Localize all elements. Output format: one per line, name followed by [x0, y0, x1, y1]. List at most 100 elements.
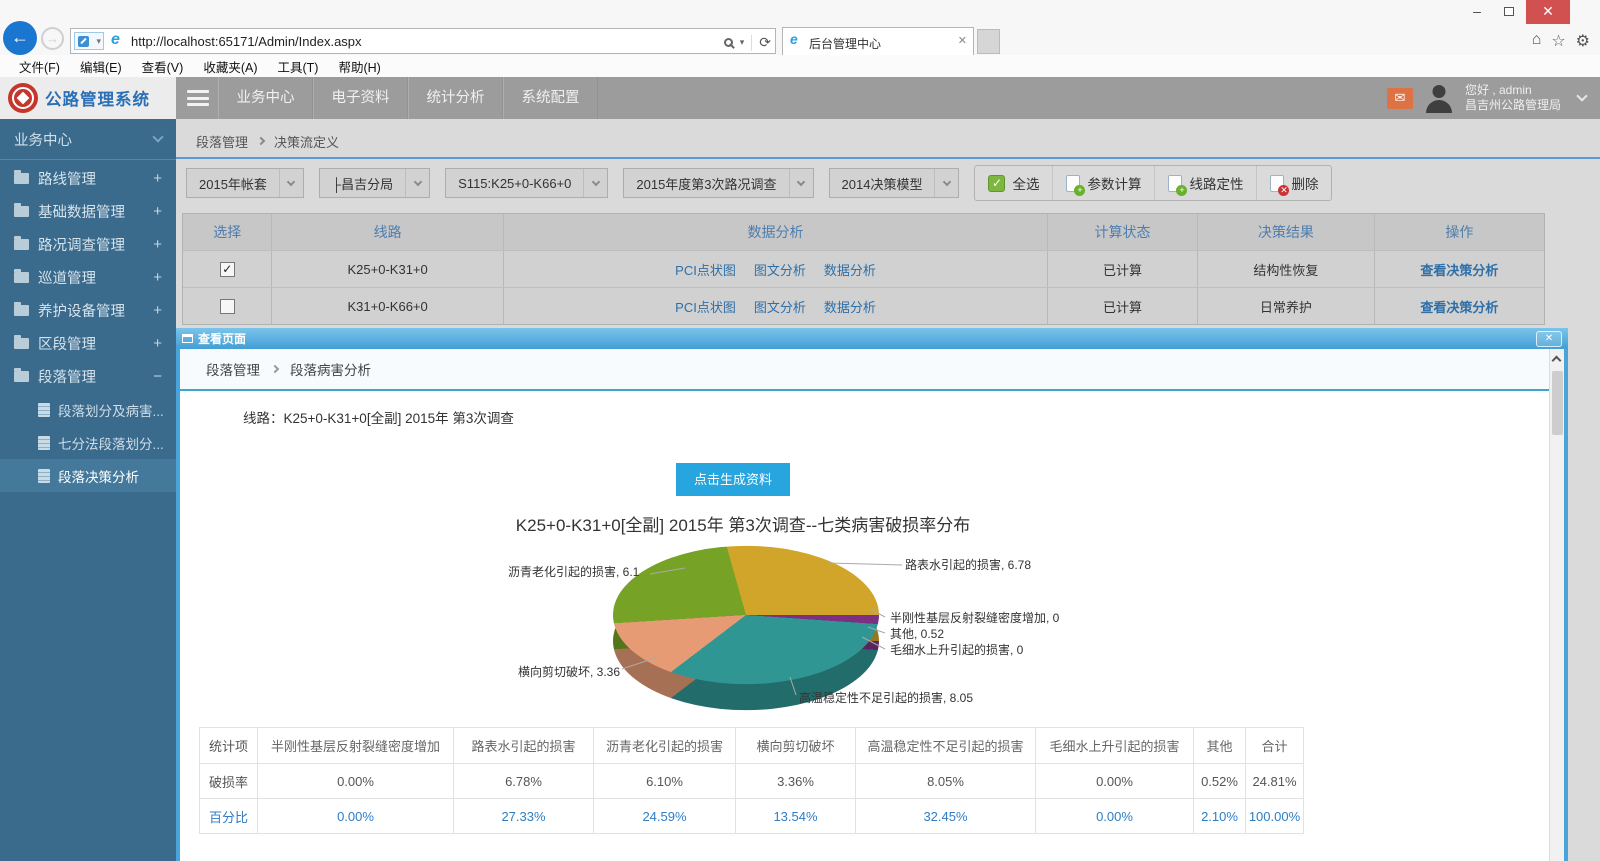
- line-cell: K25+0-K31+0: [271, 251, 502, 287]
- scrollbar-thumb[interactable]: [1552, 371, 1563, 435]
- param-calc-button[interactable]: + 参数计算: [1052, 166, 1154, 200]
- sidebar-section-header[interactable]: 业务中心: [0, 119, 176, 159]
- expand-icon[interactable]: +: [153, 236, 162, 253]
- model-select[interactable]: 2014决策模型: [829, 168, 960, 198]
- sidebar-subitem-seven-method[interactable]: 七分法段落划分...: [0, 426, 176, 459]
- sidebar-item-patrol[interactable]: 巡道管理 +: [0, 261, 176, 294]
- view-page-modal: 查看页面 ✕ 段落管理 段落病害分析 线路：K25+0-K31+0[全副] 20…: [176, 328, 1568, 861]
- collapse-icon[interactable]: −: [153, 368, 162, 385]
- window-minimize-button[interactable]: –: [1462, 0, 1492, 24]
- select-all-button[interactable]: ✓ 全选: [975, 166, 1052, 200]
- sidebar-item-paragraph-mgmt[interactable]: 段落管理 −: [0, 360, 176, 393]
- stat-col-heat-stability: 高温稳定性不足引起的损害: [856, 728, 1036, 764]
- data-analysis-link[interactable]: 数据分析: [824, 260, 876, 279]
- modal-scrollbar[interactable]: [1549, 349, 1564, 861]
- scroll-up-icon[interactable]: [1552, 356, 1562, 366]
- window-close-button[interactable]: ✕: [1526, 0, 1570, 24]
- chevron-down-icon: [287, 177, 295, 185]
- line-qualify-button[interactable]: + 线路定性: [1154, 166, 1256, 200]
- sidebar-item-section-mgmt[interactable]: 区段管理 +: [0, 327, 176, 360]
- menu-help[interactable]: 帮助(H): [329, 57, 389, 76]
- view-decision-link[interactable]: 查看决策分析: [1420, 260, 1498, 279]
- view-decision-link[interactable]: 查看决策分析: [1420, 297, 1498, 316]
- branch-select[interactable]: ├昌吉分局: [319, 168, 430, 198]
- settings-gear-icon[interactable]: ⚙: [1576, 31, 1590, 51]
- pci-map-link[interactable]: PCI点状图: [675, 260, 736, 279]
- route-select[interactable]: S115:K25+0-K66+0: [445, 168, 608, 198]
- user-org: 昌吉州公路管理局: [1465, 98, 1561, 113]
- window-restore-button[interactable]: [1494, 0, 1524, 24]
- menu-edit[interactable]: 编辑(E): [71, 57, 131, 76]
- row-checkbox-checked[interactable]: ✓: [220, 262, 235, 277]
- sidebar-item-base-data[interactable]: 基础数据管理 +: [0, 195, 176, 228]
- plus-badge: +: [1074, 185, 1085, 196]
- app-header: 公路管理系统 业务中心 电子资料 统计分析 系统配置 ✉ 您好 , admin …: [0, 77, 1600, 119]
- refresh-icon[interactable]: ⟳: [759, 34, 771, 51]
- select-caret: [934, 169, 958, 197]
- value-cell: 0.52%: [1194, 764, 1246, 799]
- user-avatar[interactable]: [1424, 83, 1454, 113]
- value-cell: 6.10%: [594, 764, 736, 799]
- sidebar-item-road-survey[interactable]: 路况调查管理 +: [0, 228, 176, 261]
- delete-button[interactable]: ✕ 删除: [1256, 166, 1331, 200]
- modal-titlebar[interactable]: 查看页面 ✕: [176, 328, 1568, 349]
- pie-label-reflective-crack: 半刚性基层反射裂缝密度增加, 0: [890, 609, 1059, 626]
- col-calc-status: 计算状态: [1047, 214, 1197, 250]
- nav-system-config[interactable]: 系统配置: [503, 77, 598, 119]
- mail-icon[interactable]: ✉: [1387, 88, 1413, 109]
- analysis-links: PCI点状图 图文分析 数据分析: [503, 251, 1047, 287]
- row-checkbox-unchecked[interactable]: [220, 299, 235, 314]
- breadcrumb-parent[interactable]: 段落管理: [196, 132, 248, 151]
- home-icon[interactable]: ⌂: [1532, 31, 1542, 51]
- nav-electronic-data[interactable]: 电子资料: [313, 77, 408, 119]
- url-text[interactable]: http://localhost:65171/Admin/Index.aspx: [131, 34, 362, 49]
- stat-col-surface-water: 路表水引起的损害: [454, 728, 594, 764]
- back-button[interactable]: ←: [3, 21, 37, 55]
- check-glyph: ✓: [992, 176, 1002, 190]
- col-select: 选择: [183, 214, 271, 250]
- expand-icon[interactable]: +: [153, 170, 162, 187]
- value-cell: 0.00%: [258, 799, 454, 834]
- expand-icon[interactable]: +: [153, 302, 162, 319]
- favorites-icon[interactable]: ☆: [1551, 31, 1565, 51]
- menu-favorites[interactable]: 收藏夹(A): [194, 57, 266, 76]
- graphic-analysis-link[interactable]: 图文分析: [754, 260, 806, 279]
- expand-icon[interactable]: +: [153, 269, 162, 286]
- logo-icon: [8, 83, 38, 113]
- survey-select[interactable]: 2015年度第3次路况调查: [623, 168, 813, 198]
- search-caret-icon[interactable]: ▾: [740, 37, 745, 48]
- new-tab-button[interactable]: [977, 29, 1000, 54]
- generate-data-button[interactable]: 点击生成资料: [676, 463, 790, 496]
- sidebar-item-maintenance-equipment[interactable]: 养护设备管理 +: [0, 294, 176, 327]
- envelope-glyph: ✉: [1395, 90, 1406, 105]
- menu-view[interactable]: 查看(V): [133, 57, 193, 76]
- select-caret: [583, 169, 607, 197]
- sidebar-subitem-paragraph-division[interactable]: 段落划分及病害...: [0, 393, 176, 426]
- sidebar-item-label: 段落管理: [38, 366, 96, 387]
- modal-close-button[interactable]: ✕: [1536, 331, 1562, 347]
- sidebar-subitem-decision-analysis[interactable]: 段落决策分析: [0, 459, 176, 492]
- graphic-analysis-link[interactable]: 图文分析: [754, 297, 806, 316]
- chevron-down-icon[interactable]: [1576, 90, 1587, 101]
- search-icon[interactable]: [724, 38, 733, 47]
- menu-tools[interactable]: 工具(T): [268, 57, 327, 76]
- pci-map-link[interactable]: PCI点状图: [675, 297, 736, 316]
- browser-tab[interactable]: e 后台管理中心 ✕: [782, 27, 974, 55]
- nav-statistics[interactable]: 统计分析: [408, 77, 503, 119]
- forward-button[interactable]: →: [41, 27, 64, 50]
- breadcrumb-parent[interactable]: 段落管理: [206, 359, 260, 379]
- compat-view-button[interactable]: ▾: [74, 32, 104, 50]
- table-header-row: 选择 线路 数据分析 计算状态 决策结果 操作: [183, 214, 1544, 250]
- menu-file[interactable]: 文件(F): [10, 57, 69, 76]
- expand-icon[interactable]: +: [153, 335, 162, 352]
- row-label: 破损率: [200, 764, 258, 799]
- tab-close-icon[interactable]: ✕: [958, 34, 967, 47]
- data-analysis-link[interactable]: 数据分析: [824, 297, 876, 316]
- expand-icon[interactable]: +: [153, 203, 162, 220]
- sidebar-item-route-mgmt[interactable]: 路线管理 +: [0, 162, 176, 195]
- nav-business-center[interactable]: 业务中心: [218, 77, 313, 119]
- address-bar[interactable]: ▾ e http://localhost:65171/Admin/Index.a…: [70, 28, 776, 54]
- account-year-select[interactable]: 2015年帐套: [186, 168, 304, 198]
- hamburger-menu-icon[interactable]: [187, 90, 209, 106]
- section-chevron-down-icon: [152, 131, 163, 142]
